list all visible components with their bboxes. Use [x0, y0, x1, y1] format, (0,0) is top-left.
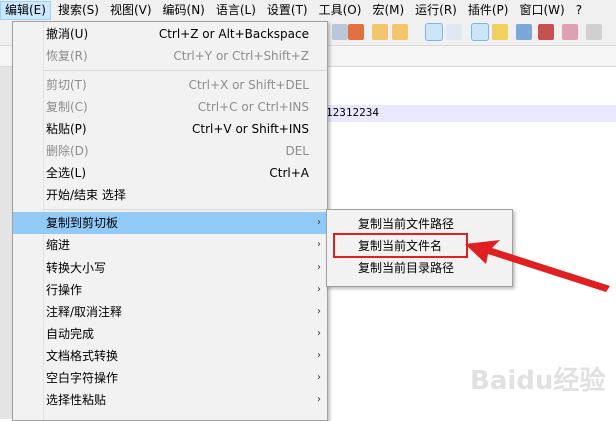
submenu-item-copy-file-path[interactable]: 复制当前文件路径 [327, 213, 512, 235]
menu-separator [44, 70, 326, 71]
menu-bar: 编辑(E) 搜索(S) 视图(V) 编码(N) 语言(L) 设置(T) 工具(O… [0, 0, 616, 22]
menu-help[interactable]: ? [572, 1, 586, 20]
submenu-arrow-icon: › [317, 239, 321, 250]
select-all-label: 全选(L) [46, 166, 87, 180]
redo-shortcut: Ctrl+Y or Ctrl+Shift+Z [173, 49, 309, 63]
menu-item-convert-case[interactable]: 转换大小写 › [13, 257, 327, 279]
menu-item-paste-special[interactable]: 选择性粘贴 › [13, 389, 327, 411]
menu-edit[interactable]: 编辑(E) [0, 1, 51, 20]
delete-label: 删除(D) [46, 144, 89, 158]
editor-text: 12312234 [326, 106, 379, 119]
menu-item-auto-completion[interactable]: 自动完成 › [13, 323, 327, 345]
annotation-arrow-icon [465, 240, 610, 292]
eye-icon[interactable] [586, 24, 602, 40]
eol-conversion-label: 文档格式转换 [46, 349, 119, 363]
annotation-highlight-box [333, 233, 468, 258]
menu-item-blank-operations[interactable]: 空白字符操作 › [13, 367, 327, 389]
zoom-icon[interactable] [332, 24, 348, 40]
menu-encoding[interactable]: 编码(N) [159, 1, 209, 20]
monitor-icon[interactable] [562, 24, 578, 40]
submenu-arrow-icon: › [317, 350, 321, 361]
menu-item-redo[interactable]: 恢复(R) Ctrl+Y or Ctrl+Shift+Z [13, 45, 327, 67]
menu-item-begin-end-select[interactable]: 开始/结束 选择 [13, 184, 327, 206]
begin-end-select-label: 开始/结束 选择 [46, 188, 126, 202]
cut-shortcut: Ctrl+X or Shift+DEL [188, 78, 309, 92]
blank-operations-label: 空白字符操作 [46, 371, 119, 385]
menu-item-eol-conversion[interactable]: 文档格式转换 › [13, 345, 327, 367]
copy-to-clipboard-label: 复制到剪切板 [46, 216, 119, 230]
delete-shortcut: DEL [285, 144, 309, 158]
menu-language[interactable]: 语言(L) [212, 1, 260, 20]
select-all-shortcut: Ctrl+A [269, 166, 309, 180]
copy-dir-path-label: 复制当前目录路径 [358, 261, 455, 275]
copy-file-path-label: 复制当前文件路径 [358, 217, 455, 231]
edit-menu: 撤消(U) Ctrl+Z or Alt+Backspace 恢复(R) Ctrl… [12, 21, 328, 421]
indent-label: 缩进 [46, 238, 71, 252]
cut-label: 剪切(T) [46, 78, 87, 92]
menu-item-select-all[interactable]: 全选(L) Ctrl+A [13, 162, 327, 184]
folder-workspace-icon[interactable] [538, 24, 554, 40]
menu-item-paste[interactable]: 粘贴(P) Ctrl+V or Shift+INS [13, 118, 327, 140]
comment-label: 注释/取消注释 [46, 305, 123, 319]
menu-item-copy-to-clipboard[interactable]: 复制到剪切板 › [13, 212, 327, 234]
function-list-icon[interactable] [516, 24, 532, 40]
menu-search[interactable]: 搜索(S) [54, 1, 103, 20]
indent-guide-icon[interactable] [471, 23, 489, 41]
submenu-arrow-icon: › [317, 284, 321, 295]
menu-separator [44, 209, 326, 210]
menu-settings[interactable]: 设置(T) [263, 1, 312, 20]
show-all-chars-icon[interactable] [446, 24, 462, 40]
menu-item-copy[interactable]: 复制(C) Ctrl+C or Ctrl+INS [13, 96, 327, 118]
menu-tools[interactable]: 工具(O) [315, 1, 366, 20]
submenu-arrow-icon: › [317, 372, 321, 383]
menu-view[interactable]: 视图(V) [106, 1, 156, 20]
menu-macro[interactable]: 宏(M) [368, 1, 408, 20]
menu-item-line-operations[interactable]: 行操作 › [13, 279, 327, 301]
line-operations-label: 行操作 [46, 283, 83, 297]
menu-item-undo[interactable]: 撤消(U) Ctrl+Z or Alt+Backspace [13, 23, 327, 45]
submenu-arrow-icon: › [317, 306, 321, 317]
submenu-arrow-icon: › [317, 262, 321, 273]
undo-label: 撤消(U) [46, 27, 89, 41]
menu-item-indent[interactable]: 缩进 › [13, 234, 327, 256]
paste-shortcut: Ctrl+V or Shift+INS [192, 122, 309, 136]
menu-run[interactable]: 运行(R) [411, 1, 461, 20]
paste-special-label: 选择性粘贴 [46, 393, 107, 407]
doc-map-icon[interactable] [492, 24, 508, 40]
menu-item-cut[interactable]: 剪切(T) Ctrl+X or Shift+DEL [13, 74, 327, 96]
menu-window[interactable]: 窗口(W) [515, 1, 568, 20]
wrap-icon[interactable] [425, 23, 443, 41]
auto-completion-label: 自动完成 [46, 327, 95, 341]
submenu-arrow-icon: › [317, 217, 321, 228]
paste-label: 粘贴(P) [46, 122, 87, 136]
undo-shortcut: Ctrl+Z or Alt+Backspace [158, 27, 309, 41]
redo-label: 恢复(R) [46, 49, 88, 63]
convert-case-label: 转换大小写 [46, 261, 107, 275]
record-icon[interactable] [348, 24, 364, 40]
copy-shortcut: Ctrl+C or Ctrl+INS [197, 100, 309, 114]
menu-item-delete[interactable]: 删除(D) DEL [13, 140, 327, 162]
copy-label: 复制(C) [46, 100, 88, 114]
submenu-arrow-icon: › [317, 394, 321, 405]
menu-item-comment[interactable]: 注释/取消注释 › [13, 301, 327, 323]
sync-h-icon[interactable] [392, 24, 408, 40]
sync-v-icon[interactable] [372, 24, 388, 40]
menu-plugins[interactable]: 插件(P) [464, 1, 513, 20]
watermark-logo: Baidu经验 [470, 366, 606, 396]
submenu-arrow-icon: › [317, 328, 321, 339]
